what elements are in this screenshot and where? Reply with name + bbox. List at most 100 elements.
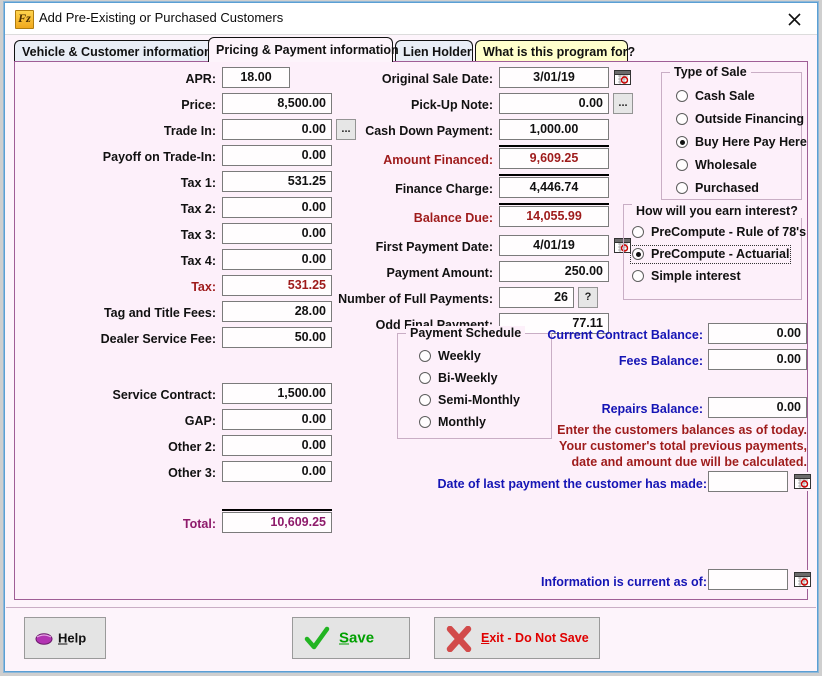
service-contract-field[interactable]: 1,500.00 xyxy=(222,383,332,404)
radio-dot xyxy=(632,226,644,238)
screenshot-root: Fz Add Pre-Existing or Purchased Custome… xyxy=(0,0,822,676)
radio-simple-interest[interactable]: Simple interest xyxy=(632,269,741,284)
pick-up-note-field[interactable]: 0.00 xyxy=(499,93,609,114)
information-current-as-of-calendar-icon[interactable] xyxy=(793,570,812,589)
check-icon xyxy=(304,626,330,650)
exit-label: Exit - Do Not Save xyxy=(481,631,589,645)
radio-dot xyxy=(676,182,688,194)
radio-label: Buy Here Pay Here xyxy=(695,135,807,149)
tab-label: What is this program for? xyxy=(483,45,636,59)
pricing-payment-panel: APR: 18.00 Price: 8,500.00 Trade In: 0.0… xyxy=(14,61,812,600)
other-2-field[interactable]: 0.00 xyxy=(222,435,332,456)
balance-due-field[interactable]: 14,055.99 xyxy=(499,206,609,227)
tab-label: Lien Holder xyxy=(403,45,472,59)
finance-charge-label: Finance Charge: xyxy=(395,182,493,196)
pick-up-note-ellipsis-button[interactable]: ... xyxy=(613,93,633,114)
tax-1-label: Tax 1: xyxy=(180,176,216,190)
total-divider xyxy=(222,509,332,511)
total-field[interactable]: 10,609.25 xyxy=(222,512,332,533)
button-bar: Help Save Exit - Do Not Save xyxy=(6,607,816,671)
help-button[interactable]: Help xyxy=(24,617,106,659)
number-of-full-payments-help-button[interactable]: ? xyxy=(578,287,598,308)
repairs-balance-field[interactable]: 0.00 xyxy=(708,397,807,418)
current-contract-balance-field[interactable]: 0.00 xyxy=(708,323,807,344)
service-contract-label: Service Contract: xyxy=(112,388,216,402)
radio-label: Bi-Weekly xyxy=(438,371,498,385)
pick-up-note-label: Pick-Up Note: xyxy=(411,98,493,112)
amount-financed-label: Amount Financed: xyxy=(383,153,493,167)
other-3-field[interactable]: 0.00 xyxy=(222,461,332,482)
radio-bi-weekly[interactable]: Bi-Weekly xyxy=(419,371,498,386)
radio-label: Wholesale xyxy=(695,158,757,172)
app-icon-glyph: Fz xyxy=(18,11,31,25)
book-icon xyxy=(35,633,53,645)
fees-balance-label: Fees Balance: xyxy=(618,354,703,368)
first-payment-date-label: First Payment Date: xyxy=(375,240,493,254)
apr-field[interactable]: 18.00 xyxy=(222,67,290,88)
close-icon xyxy=(788,13,801,26)
radio-wholesale[interactable]: Wholesale xyxy=(676,158,757,173)
payment-amount-field[interactable]: 250.00 xyxy=(499,261,609,282)
cash-down-payment-label: Cash Down Payment: xyxy=(365,124,493,138)
radio-dot xyxy=(676,159,688,171)
tax-2-label: Tax 2: xyxy=(180,202,216,216)
finance-charge-divider xyxy=(499,174,609,176)
radio-label: Cash Sale xyxy=(695,89,755,103)
close-button[interactable] xyxy=(772,3,817,33)
original-sale-date-field[interactable]: 3/01/19 xyxy=(499,67,609,88)
radio-label: Purchased xyxy=(695,181,759,195)
balances-note-line-3: date and amount due will be calculated. xyxy=(571,455,807,469)
number-of-full-payments-label: Number of Full Payments: xyxy=(338,292,493,306)
help-label: Help xyxy=(58,630,87,646)
gap-field[interactable]: 0.00 xyxy=(222,409,332,430)
tax-3-label: Tax 3: xyxy=(180,228,216,242)
radio-label: Simple interest xyxy=(651,269,741,283)
tab-lien-holder[interactable]: Lien Holder xyxy=(395,40,473,62)
finance-charge-field[interactable]: 4,446.74 xyxy=(499,177,609,198)
app-icon: Fz xyxy=(15,10,34,29)
tab-what-is-this-program-for[interactable]: What is this program for? xyxy=(475,40,635,62)
tax-total-label: Tax: xyxy=(191,280,216,294)
radio-dot xyxy=(632,248,644,260)
app-window: Fz Add Pre-Existing or Purchased Custome… xyxy=(4,2,818,672)
date-of-last-payment-label: Date of last payment the customer has ma… xyxy=(437,477,707,491)
radio-dot xyxy=(676,136,688,148)
radio-dot xyxy=(632,270,644,282)
save-button[interactable]: Save xyxy=(292,617,410,659)
original-sale-date-calendar-icon[interactable] xyxy=(613,68,632,87)
number-of-full-payments-field[interactable]: 26 xyxy=(499,287,574,308)
amount-financed-divider xyxy=(499,145,609,147)
radio-weekly[interactable]: Weekly xyxy=(419,349,481,364)
tax-4-label: Tax 4: xyxy=(180,254,216,268)
tab-pricing-payment-information[interactable]: Pricing & Payment information xyxy=(208,37,399,62)
fees-balance-field[interactable]: 0.00 xyxy=(708,349,807,370)
radio-purchased[interactable]: Purchased xyxy=(676,181,759,196)
radio-dot xyxy=(676,90,688,102)
apr-label: APR: xyxy=(185,72,216,86)
radio-cash-sale[interactable]: Cash Sale xyxy=(676,89,755,104)
cash-down-payment-field[interactable]: 1,000.00 xyxy=(499,119,609,140)
radio-label: PreCompute - Rule of 78's xyxy=(651,225,807,239)
tab-vehicle-customer-information[interactable]: Vehicle & Customer information xyxy=(14,40,214,62)
first-payment-date-field[interactable]: 4/01/19 xyxy=(499,235,609,256)
amount-financed-field[interactable]: 9,609.25 xyxy=(499,148,609,169)
balance-due-label: Balance Due: xyxy=(413,211,493,225)
radio-dot xyxy=(419,372,431,384)
radio-precompute-rule-of-78s[interactable]: PreCompute - Rule of 78's xyxy=(632,225,806,240)
date-of-last-payment-field[interactable] xyxy=(708,471,788,492)
radio-dot xyxy=(419,394,431,406)
tab-label: Vehicle & Customer information xyxy=(22,45,212,59)
repairs-balance-label: Repairs Balance: xyxy=(601,402,703,416)
x-icon xyxy=(446,626,472,652)
information-current-as-of-field[interactable] xyxy=(708,569,788,590)
exit-do-not-save-button[interactable]: Exit - Do Not Save xyxy=(434,617,600,659)
save-label: Save xyxy=(339,629,375,647)
tab-label: Pricing & Payment information xyxy=(216,43,399,57)
date-of-last-payment-calendar-icon[interactable] xyxy=(793,472,812,491)
radio-buy-here-pay-here[interactable]: Buy Here Pay Here xyxy=(676,135,807,150)
radio-precompute-actuarial[interactable]: PreCompute - Actuarial xyxy=(629,245,792,264)
information-current-as-of-label: Information is current as of: xyxy=(541,575,707,589)
balance-due-divider xyxy=(499,203,609,205)
radio-label: Weekly xyxy=(438,349,481,363)
radio-outside-financing[interactable]: Outside Financing xyxy=(676,112,804,127)
